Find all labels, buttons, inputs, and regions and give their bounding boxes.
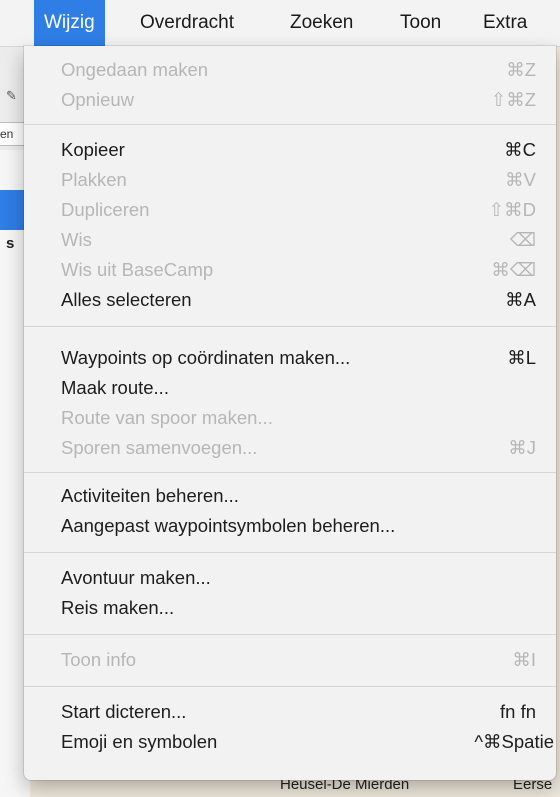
menu-separator [24, 472, 556, 473]
menu-item-label: Start dicteren... [61, 701, 187, 722]
menubar-item-wijzig[interactable]: Wijzig [34, 0, 105, 46]
background-sidebar-text: s [6, 235, 15, 252]
menu-item-label: Activiteiten beheren... [61, 485, 239, 506]
menu-item-shortcut: ⇧⌘D [488, 199, 536, 220]
menu-item-waypoints-from-coordinates[interactable]: Waypoints op coördinaten maken... ⌘L [24, 344, 556, 374]
edit-dropdown-menu: Ongedaan maken ⌘Z Opnieuw ⇧⌘Z Kopieer ⌘C… [24, 46, 556, 780]
menu-separator [24, 326, 556, 327]
menu-item-show-info[interactable]: Toon info ⌘I [24, 646, 556, 676]
menu-item-label: Route van spoor maken... [61, 407, 273, 428]
menu-item-label: Wis uit BaseCamp [61, 259, 214, 280]
menu-item-shortcut: ^⌘Spatie [474, 731, 554, 752]
delete-key-icon: ⌫ [509, 229, 536, 250]
menu-item-label: Ongedaan maken [61, 59, 209, 80]
menu-item-label: Alles selecteren [61, 289, 192, 310]
menu-item-create-trip[interactable]: Reis maken... [24, 594, 556, 624]
menu-item-delete-from-basecamp[interactable]: Wis uit BaseCamp ⌘⌫ [24, 256, 556, 286]
menu-item-label: Plakken [61, 169, 127, 190]
menu-item-manage-activities[interactable]: Activiteiten beheren... [24, 482, 556, 512]
menu-item-label: Dupliceren [61, 199, 150, 220]
pin-icon: ✎ [6, 88, 17, 103]
menu-item-create-route[interactable]: Maak route... [24, 374, 556, 404]
menu-separator [24, 686, 556, 687]
menu-item-select-all[interactable]: Alles selecteren ⌘A [24, 286, 556, 316]
menu-separator [24, 634, 556, 635]
menu-separator [24, 124, 556, 125]
menu-item-duplicate[interactable]: Dupliceren ⇧⌘D [24, 196, 556, 226]
menu-item-start-dictation[interactable]: Start dicteren... fn fn [24, 698, 556, 728]
menu-item-manage-waypoint-symbols[interactable]: Aangepast waypointsymbolen beheren... [24, 512, 556, 542]
menu-item-label: Reis maken... [61, 597, 175, 618]
menubar-item-extra[interactable]: Extra [473, 0, 537, 46]
menu-item-label: Opnieuw [61, 89, 135, 110]
menu-item-merge-tracks[interactable]: Sporen samenvoegen... ⌘J [24, 434, 556, 464]
menubar-item-zoeken[interactable]: Zoeken [280, 0, 363, 46]
menu-item-label: Emoji en symbolen [61, 731, 218, 752]
menu-item-shortcut: ⌘⌫ [491, 259, 536, 280]
menu-item-shortcut: ⌘Z [506, 59, 536, 80]
menu-item-shortcut: ⌘A [505, 289, 536, 310]
menu-item-label: Aangepast waypointsymbolen beheren... [61, 515, 396, 536]
menu-item-shortcut: ⌘L [507, 347, 536, 368]
menu-bar: Wijzig Overdracht Zoeken Toon Extra [0, 0, 560, 47]
background-selected-row[interactable] [0, 190, 26, 230]
menu-item-label: Avontuur maken... [61, 567, 211, 588]
menubar-item-overdracht[interactable]: Overdracht [130, 0, 244, 46]
menu-item-emoji-and-symbols[interactable]: Emoji en symbolen ^⌘Spatie [24, 728, 556, 758]
background-search-field[interactable]: en [0, 122, 27, 146]
menu-item-label: Waypoints op coördinaten maken... [61, 347, 351, 368]
menu-separator [24, 552, 556, 553]
menu-item-shortcut: fn fn [500, 701, 536, 722]
menu-item-route-from-track[interactable]: Route van spoor maken... [24, 404, 556, 434]
menu-item-shortcut: ⌘J [508, 437, 536, 458]
menu-item-label: Sporen samenvoegen... [61, 437, 258, 458]
menu-item-redo[interactable]: Opnieuw ⇧⌘Z [24, 86, 556, 116]
menu-item-label: Toon info [61, 649, 137, 670]
menubar-item-toon[interactable]: Toon [390, 0, 451, 46]
menu-item-shortcut: ⇧⌘Z [490, 89, 536, 110]
menu-item-shortcut: ⌘I [512, 649, 536, 670]
menu-item-copy[interactable]: Kopieer ⌘C [24, 136, 556, 166]
menu-item-delete[interactable]: Wis ⌫ [24, 226, 556, 256]
menu-item-label: Wis [61, 229, 92, 250]
menu-item-paste[interactable]: Plakken ⌘V [24, 166, 556, 196]
menu-item-label: Maak route... [61, 377, 169, 398]
menu-item-shortcut: ⌘C [504, 139, 536, 160]
menu-item-undo[interactable]: Ongedaan maken ⌘Z [24, 56, 556, 86]
menu-item-create-adventure[interactable]: Avontuur maken... [24, 564, 556, 594]
menu-item-label: Kopieer [61, 139, 125, 160]
menu-item-shortcut: ⌘V [505, 169, 536, 190]
